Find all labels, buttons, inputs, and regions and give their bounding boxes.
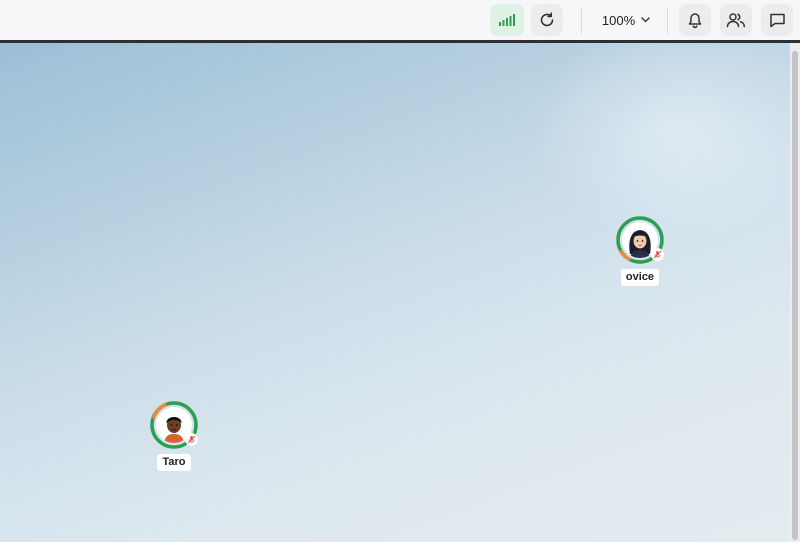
toolbar-divider [667, 8, 668, 34]
chat-icon [769, 13, 785, 28]
top-toolbar: 100% [0, 0, 800, 40]
refresh-icon [540, 12, 554, 27]
bell-icon [688, 12, 702, 28]
people-icon [726, 13, 746, 28]
chat-button[interactable] [761, 4, 793, 36]
user-avatar-ovice[interactable]: ovice [605, 216, 675, 290]
connection-status-button[interactable] [490, 4, 524, 36]
mic-muted-icon [185, 433, 198, 446]
signal-icon [499, 14, 515, 26]
vertical-scrollbar[interactable] [790, 43, 800, 542]
user-name-label: Taro [157, 454, 191, 471]
chevron-down-icon [641, 17, 650, 23]
members-button[interactable] [720, 4, 752, 36]
zoom-dropdown[interactable]: 100% [594, 4, 658, 36]
status-ring [616, 216, 664, 264]
toolbar-divider [581, 8, 582, 34]
mic-muted-icon [651, 248, 664, 261]
refresh-button[interactable] [531, 4, 563, 36]
scrollbar-thumb[interactable] [792, 51, 798, 540]
virtual-space-canvas[interactable] [0, 43, 790, 542]
user-avatar-taro[interactable]: Taro [139, 401, 209, 475]
status-ring [150, 401, 198, 449]
zoom-level: 100% [601, 12, 636, 28]
notifications-button[interactable] [679, 4, 711, 36]
user-name-label: ovice [620, 269, 660, 286]
